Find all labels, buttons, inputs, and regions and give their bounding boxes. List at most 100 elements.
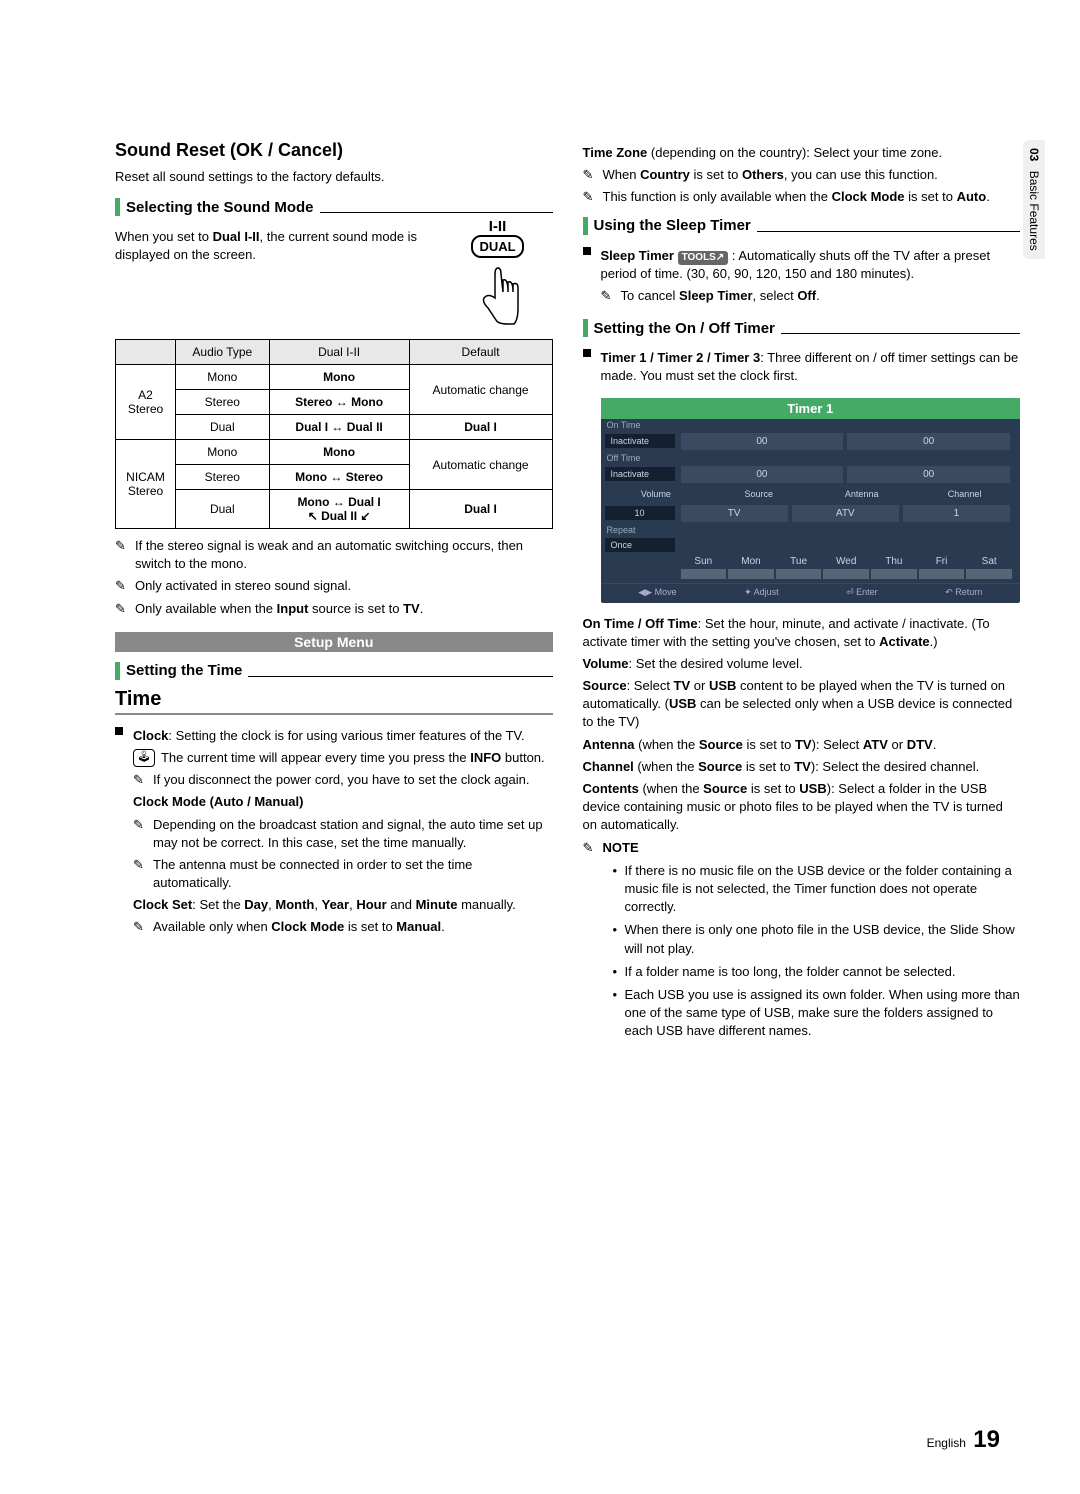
panel-day: Tue bbox=[776, 556, 822, 579]
note-icon: ✎ bbox=[133, 918, 147, 936]
subhead-text: Setting the Time bbox=[126, 662, 242, 679]
subhead-text: Using the Sleep Timer bbox=[594, 217, 751, 234]
panel-cell: 00 bbox=[847, 433, 1010, 450]
page-number: 19 bbox=[973, 1426, 1000, 1453]
panel-day: Sun bbox=[681, 556, 727, 579]
cell: Mono ↔ Stereo bbox=[269, 465, 409, 490]
panel-days: SunMonTueWedThuFriSat bbox=[601, 554, 1021, 583]
cell: Automatic change bbox=[409, 440, 552, 490]
panel-day: Fri bbox=[919, 556, 965, 579]
note-item: ✎When Country is set to Others, you can … bbox=[583, 166, 1021, 184]
remote-top-label: I-II bbox=[443, 218, 553, 235]
panel-header: Volume bbox=[605, 487, 708, 501]
cell: Mono bbox=[176, 365, 270, 390]
panel-cell: 1 bbox=[903, 505, 1010, 522]
note-icon: ✎ bbox=[583, 839, 597, 857]
panel-day: Sat bbox=[966, 556, 1012, 579]
note-icon: ✎ bbox=[583, 166, 597, 184]
cell: Mono bbox=[176, 440, 270, 465]
cell: Automatic change bbox=[409, 365, 552, 415]
side-tab: 03 Basic Features bbox=[1023, 140, 1045, 259]
notes-list: If there is no music file on the USB dev… bbox=[583, 862, 1021, 1041]
cell: Mono bbox=[269, 365, 409, 390]
panel-label: On Time bbox=[601, 419, 1021, 431]
rule-line bbox=[248, 676, 552, 677]
para-channel: Channel (when the Source is set to TV): … bbox=[583, 758, 1021, 776]
row-a2: A2 Stereo bbox=[116, 365, 176, 440]
th-audio-type: Audio Type bbox=[176, 340, 270, 365]
para-contents: Contents (when the Source is set to USB)… bbox=[583, 780, 1021, 835]
subhead-text: Selecting the Sound Mode bbox=[126, 199, 314, 216]
dual-mode-table: Audio Type Dual I-II Default A2 Stereo M… bbox=[115, 339, 553, 529]
note-bullet: If a folder name is too long, the folder… bbox=[613, 963, 1021, 981]
cell: Stereo ↔ Mono bbox=[269, 390, 409, 415]
cell: Mono bbox=[269, 440, 409, 465]
panel-cell: 00 bbox=[847, 466, 1010, 483]
tz-desc: Time Zone (depending on the country): Se… bbox=[583, 144, 1021, 162]
panel-day: Thu bbox=[871, 556, 917, 579]
panel-cell: 00 bbox=[681, 466, 844, 483]
left-column: Sound Reset (OK / Cancel) Reset all soun… bbox=[115, 140, 553, 1045]
chapter-number: 03 bbox=[1027, 148, 1041, 161]
para-onoff: On Time / Off Time: Set the hour, minute… bbox=[583, 615, 1021, 651]
bullet-onoff: Timer 1 / Timer 2 / Timer 3: Three diffe… bbox=[583, 345, 1021, 389]
page-columns: Sound Reset (OK / Cancel) Reset all soun… bbox=[115, 140, 1020, 1045]
subhead-sleep: Using the Sleep Timer bbox=[583, 217, 1021, 235]
square-bullet-icon bbox=[115, 727, 123, 735]
subhead-select-mode: Selecting the Sound Mode bbox=[115, 198, 553, 216]
note-item: ✎The antenna must be connected in order … bbox=[133, 856, 553, 892]
panel-cell: 10 bbox=[605, 506, 675, 520]
cell: Dual bbox=[176, 415, 270, 440]
panel-day: Mon bbox=[728, 556, 774, 579]
panel-title: Timer 1 bbox=[601, 398, 1021, 419]
cell: Dual I bbox=[409, 490, 552, 529]
note-icon: ✎ bbox=[115, 577, 129, 595]
accent-bar-icon bbox=[583, 319, 588, 337]
note-icon: ✎ bbox=[133, 856, 147, 892]
cell: Dual bbox=[176, 490, 270, 529]
heading-sound-reset: Sound Reset (OK / Cancel) bbox=[115, 140, 553, 161]
note-icon: ✎ bbox=[133, 771, 147, 789]
accent-bar-icon bbox=[583, 217, 588, 235]
accent-bar-icon bbox=[115, 662, 120, 680]
rule-line bbox=[320, 212, 553, 213]
note-item: ✎Available only when Clock Mode is set t… bbox=[133, 918, 553, 936]
panel-cell: 00 bbox=[681, 433, 844, 450]
note-header: ✎NOTE bbox=[583, 839, 1021, 857]
note-icon: ✎ bbox=[115, 537, 129, 573]
panel-day: Wed bbox=[823, 556, 869, 579]
cell: Stereo bbox=[176, 465, 270, 490]
cell: Stereo bbox=[176, 390, 270, 415]
timer-panel: Timer 1 On Time Inactivate 0000 Off Time… bbox=[601, 398, 1021, 603]
note-bullet: If there is no music file on the USB dev… bbox=[613, 862, 1021, 917]
cell: Dual I ↔ Dual II bbox=[269, 415, 409, 440]
page-footer: English 19 bbox=[927, 1426, 1000, 1454]
bullet-clock: Clock: Setting the clock is for using va… bbox=[115, 723, 553, 941]
footer-lang: English bbox=[927, 1436, 966, 1450]
note-item: ✎Only activated in stereo sound signal. bbox=[115, 577, 553, 595]
panel-cell: TV bbox=[681, 505, 788, 522]
panel-cell: Inactivate bbox=[605, 467, 675, 481]
panel-footer: ◀▶ Move ✦ Adjust ⏎ Enter ↶ Return bbox=[601, 583, 1021, 599]
panel-label: Off Time bbox=[601, 452, 1021, 464]
square-bullet-icon bbox=[583, 349, 591, 357]
cell: Dual I bbox=[409, 415, 552, 440]
panel-cell: Inactivate bbox=[605, 434, 675, 448]
tools-badge-icon: TOOLS↗ bbox=[678, 251, 729, 265]
para-source: Source: Select TV or USB content to be p… bbox=[583, 677, 1021, 732]
subhead-onoff: Setting the On / Off Timer bbox=[583, 319, 1021, 337]
cell: Mono ↔ Dual I↖ Dual II ↙ bbox=[269, 490, 409, 529]
note-item: ✎If you disconnect the power cord, you h… bbox=[133, 771, 553, 789]
square-bullet-icon bbox=[583, 247, 591, 255]
right-column: Time Zone (depending on the country): Se… bbox=[583, 140, 1021, 1045]
chapter-title: Basic Features bbox=[1027, 171, 1041, 251]
dual-button-icon: DUAL bbox=[471, 235, 523, 258]
panel-header: Source bbox=[707, 487, 810, 501]
bullet-sleep: Sleep Timer TOOLS↗ : Automatically shuts… bbox=[583, 243, 1021, 310]
panel-header: Channel bbox=[913, 487, 1016, 501]
row-nicam: NICAM Stereo bbox=[116, 440, 176, 529]
note-icon: ✎ bbox=[583, 188, 597, 206]
remote-illustration: I-II DUAL bbox=[443, 218, 553, 331]
note-icon: ✎ bbox=[133, 816, 147, 852]
select-mode-desc: When you set to Dual I-II, the current s… bbox=[115, 228, 433, 327]
